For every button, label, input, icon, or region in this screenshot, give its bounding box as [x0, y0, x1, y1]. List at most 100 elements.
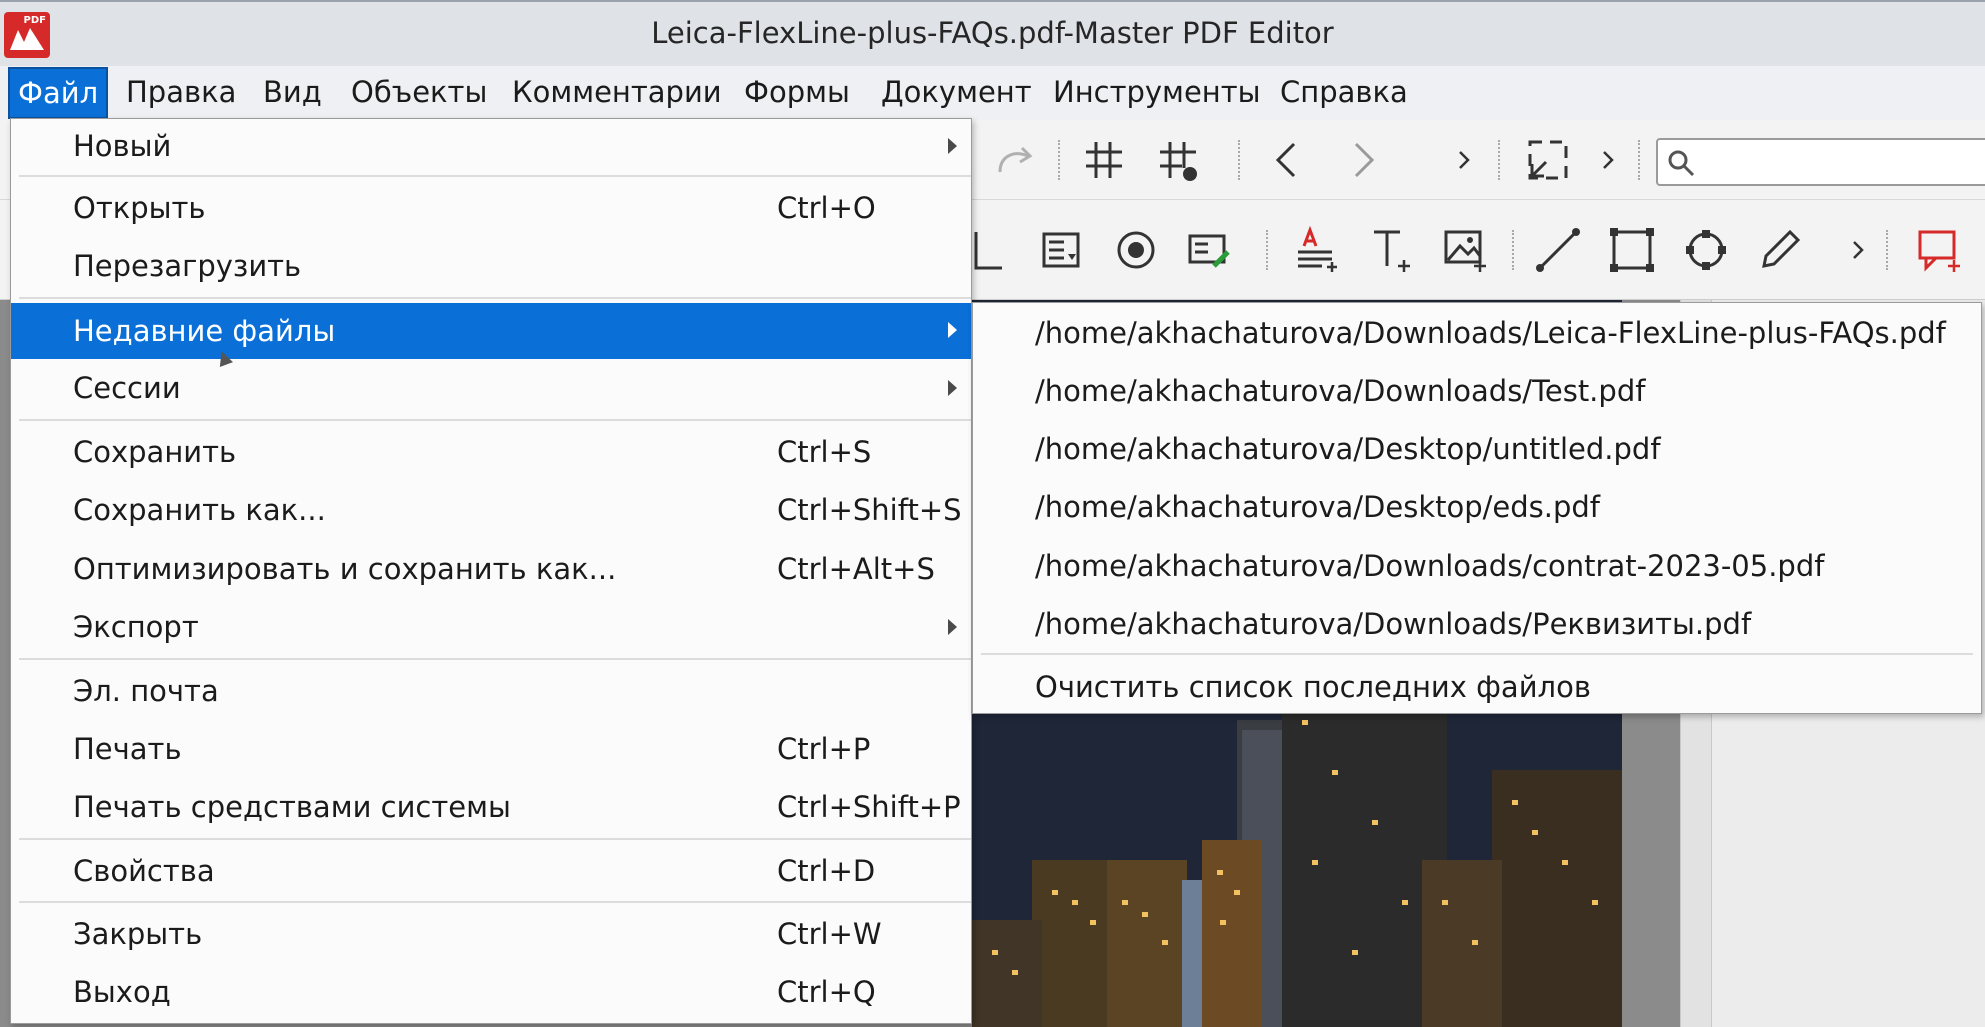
toolbar-separator	[1266, 230, 1268, 270]
search-input[interactable]	[1656, 138, 1985, 186]
menu-objects[interactable]: Объекты	[343, 66, 495, 118]
menu-item-email[interactable]: Эл. почта	[11, 664, 971, 718]
recent-file-path: /home/akhachaturova/Downloads/Реквизиты.…	[1035, 607, 1752, 641]
menu-item-label: Экспорт	[73, 610, 199, 644]
add-text-icon[interactable]	[1366, 224, 1418, 276]
menu-item-close[interactable]: Закрыть Ctrl+W	[11, 907, 971, 961]
menu-item-new[interactable]: Новый	[11, 119, 971, 173]
menu-item-optimize-save-as[interactable]: Оптимизировать и сохранить как... Ctrl+A…	[11, 542, 971, 596]
menu-item-print[interactable]: Печать Ctrl+P	[11, 722, 971, 776]
menu-item-label: Выход	[73, 975, 171, 1009]
recent-file-path: /home/akhachaturova/Downloads/Leica-Flex…	[1035, 316, 1946, 350]
redo-icon[interactable]	[990, 134, 1042, 186]
recent-file-item[interactable]: /home/akhachaturova/Desktop/untitled.pdf	[973, 421, 1981, 477]
overflow-chevron-icon[interactable]	[1588, 140, 1628, 180]
fit-page-icon[interactable]	[1522, 134, 1574, 186]
menu-item-label: Печать средствами системы	[73, 790, 511, 824]
recent-file-path: /home/akhachaturova/Downloads/contrat-20…	[1035, 549, 1825, 583]
toolbar-separator	[1498, 140, 1500, 180]
radio-button-icon[interactable]	[1110, 224, 1162, 276]
grid-icon[interactable]	[1078, 134, 1130, 186]
menu-item-open[interactable]: Открыть Ctrl+O	[11, 181, 971, 235]
menu-item-label: Свойства	[73, 854, 215, 888]
menu-item-exit[interactable]: Выход Ctrl+Q	[11, 965, 971, 1019]
menu-item-export[interactable]: Экспорт	[11, 600, 971, 654]
text-field-icon[interactable]	[972, 224, 1024, 276]
menu-item-shortcut: Ctrl+Alt+S	[777, 552, 935, 586]
clear-recent-files-item[interactable]: Очистить список последних файлов	[973, 659, 1981, 715]
submenu-arrow-icon	[948, 138, 957, 154]
window-title: Leica-FlexLine-plus-FAQs.pdf-Master PDF …	[651, 16, 1334, 50]
list-box-icon[interactable]	[1036, 224, 1088, 276]
recent-file-item[interactable]: /home/akhachaturova/Downloads/contrat-20…	[973, 538, 1981, 594]
menu-item-shortcut: Ctrl+Shift+P	[777, 790, 961, 824]
recent-file-item[interactable]: /home/akhachaturova/Downloads/Реквизиты.…	[973, 596, 1981, 652]
overflow-chevron-icon[interactable]	[1444, 140, 1484, 180]
menu-item-label: Сохранить как...	[73, 493, 326, 527]
toolbar-separator	[1638, 140, 1640, 180]
menu-item-label: Эл. почта	[73, 674, 219, 708]
menu-divider	[19, 297, 971, 299]
menu-divider	[19, 175, 971, 177]
recent-file-path: /home/akhachaturova/Desktop/eds.pdf	[1035, 490, 1601, 524]
menu-item-reload[interactable]: Перезагрузить	[11, 239, 971, 293]
menu-tools[interactable]: Инструменты	[1045, 66, 1269, 118]
prev-page-icon[interactable]	[1262, 134, 1314, 186]
menu-item-shortcut: Ctrl+W	[777, 917, 882, 951]
clear-recent-files-label: Очистить список последних файлов	[1035, 670, 1591, 704]
line-icon[interactable]	[1532, 224, 1584, 276]
menu-item-recent-files[interactable]: Недавние файлы	[11, 303, 971, 359]
shape-icon[interactable]	[1680, 224, 1732, 276]
toolbar-separator	[1886, 230, 1888, 270]
menu-edit[interactable]: Правка	[118, 66, 244, 118]
menu-item-label: Печать	[73, 732, 182, 766]
rectangle-icon[interactable]	[1606, 224, 1658, 276]
menu-item-label: Недавние файлы	[73, 314, 336, 348]
menu-item-shortcut: Ctrl+S	[777, 435, 872, 469]
menu-item-label: Оптимизировать и сохранить как...	[73, 552, 617, 586]
menu-item-save[interactable]: Сохранить Ctrl+S	[11, 425, 971, 479]
menu-file[interactable]: Файл	[8, 67, 109, 119]
menu-item-shortcut: Ctrl+P	[777, 732, 871, 766]
search-icon	[1666, 148, 1696, 178]
menu-item-label: Сессии	[73, 371, 181, 405]
add-image-icon[interactable]	[1440, 224, 1492, 276]
recent-file-path: /home/akhachaturova/Downloads/Test.pdf	[1035, 374, 1646, 408]
menu-item-shortcut: Ctrl+Shift+S	[777, 493, 962, 527]
menu-item-properties[interactable]: Свойства Ctrl+D	[11, 844, 971, 898]
menu-divider	[19, 901, 971, 903]
menu-item-shortcut: Ctrl+D	[777, 854, 876, 888]
submenu-arrow-icon	[948, 619, 957, 635]
menu-comments[interactable]: Комментарии	[504, 66, 730, 118]
edit-text-icon[interactable]	[1292, 224, 1344, 276]
comment-icon[interactable]	[1914, 224, 1966, 276]
menu-document[interactable]: Документ	[873, 66, 1040, 118]
menu-forms[interactable]: Формы	[736, 66, 858, 118]
menu-item-label: Закрыть	[73, 917, 203, 951]
menu-help[interactable]: Справка	[1272, 66, 1416, 118]
menu-bar: Файл Правка Вид Объекты Комментарии Форм…	[0, 66, 1985, 120]
menu-item-label: Сохранить	[73, 435, 237, 469]
submenu-arrow-icon	[948, 380, 957, 396]
recent-file-item[interactable]: /home/akhachaturova/Downloads/Leica-Flex…	[973, 305, 1981, 361]
overflow-chevron-icon[interactable]	[1838, 230, 1878, 270]
next-page-icon[interactable]	[1336, 134, 1388, 186]
menu-item-shortcut: Ctrl+O	[777, 191, 876, 225]
menu-item-system-print[interactable]: Печать средствами системы Ctrl+Shift+P	[11, 780, 971, 834]
snap-grid-icon[interactable]	[1152, 134, 1204, 186]
toolbar-separator	[1238, 140, 1240, 180]
pencil-icon[interactable]	[1754, 224, 1806, 276]
signature-field-icon[interactable]	[1184, 224, 1236, 276]
recent-files-submenu: /home/akhachaturova/Downloads/Leica-Flex…	[972, 302, 1982, 714]
recent-file-item[interactable]: /home/akhachaturova/Downloads/Test.pdf	[973, 363, 1981, 419]
toolbar-separator	[1512, 230, 1514, 270]
menu-item-save-as[interactable]: Сохранить как... Ctrl+Shift+S	[11, 483, 971, 537]
recent-file-item[interactable]: /home/akhachaturova/Desktop/eds.pdf	[973, 479, 1981, 535]
menu-item-sessions[interactable]: Сессии	[11, 361, 971, 415]
menu-item-label: Перезагрузить	[73, 249, 302, 283]
file-menu: Новый Открыть Ctrl+O Перезагрузить Недав…	[10, 118, 972, 1024]
menu-divider	[19, 658, 971, 660]
menu-divider	[19, 838, 971, 840]
menu-view[interactable]: Вид	[255, 66, 330, 118]
menu-item-shortcut: Ctrl+Q	[777, 975, 876, 1009]
